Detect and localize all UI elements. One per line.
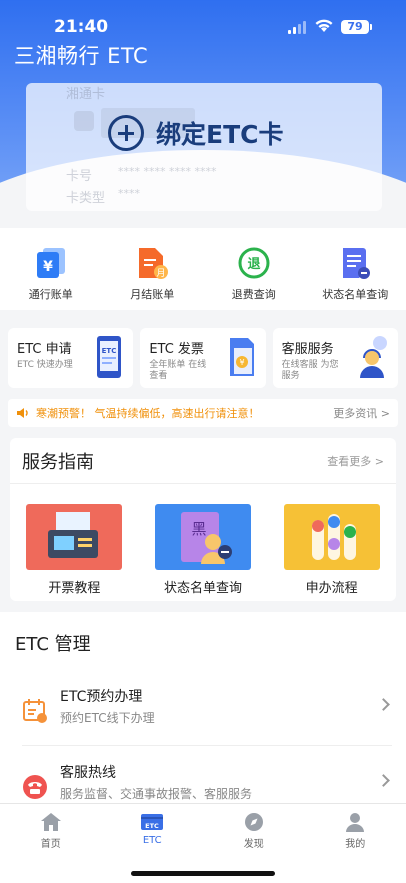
- bind-etc-card-button[interactable]: 绑定ETC卡: [108, 115, 283, 151]
- tab-label: 我的: [345, 839, 366, 850]
- home-indicator: [131, 871, 275, 876]
- phone-etc-icon: ETC: [97, 336, 122, 378]
- blacklist-book-illustration: 黑: [154, 504, 251, 570]
- more-news-link[interactable]: 更多资讯 >: [333, 405, 390, 421]
- row-title: 客服热线: [60, 765, 116, 781]
- status-bar: 21:40 79: [0, 0, 406, 44]
- guide-label: 状态名单查询: [163, 581, 242, 596]
- plus-circle-icon: [108, 115, 144, 151]
- card-faint-no: **** **** **** ****: [118, 165, 217, 178]
- guide-items: 开票教程 黑 状态名单查询 申办流程: [10, 484, 396, 596]
- invoice-printer-illustration: [26, 504, 123, 570]
- etc-management: ETC 管理 ETC预约办理 预约ETC线下办理 客服热线 服务监督、交通事故报…: [0, 612, 406, 810]
- etc-card-icon: ETC: [141, 814, 164, 830]
- etc-invoice-card[interactable]: ETC 发票 全年账单 在线查看 ¥: [140, 328, 266, 388]
- guide-label: 开票教程: [48, 581, 101, 596]
- card-faint-bank: 湘通卡: [66, 87, 106, 102]
- battery-icon: 79: [341, 20, 372, 34]
- card-faint-type: ****: [118, 187, 140, 200]
- tab-home[interactable]: 首页: [0, 804, 102, 852]
- yuan-bill-icon: ¥: [36, 248, 65, 278]
- app-title: 三湘畅行 ETC: [14, 44, 149, 68]
- notice-bar[interactable]: 寒潮预警！ 气温持续偏低，高速出行请注意！ 更多资讯 >: [8, 399, 398, 427]
- tab-discover[interactable]: 发现: [203, 804, 305, 852]
- cellular-signal-icon: [288, 20, 308, 34]
- monthly-bill-icon: 月: [139, 248, 169, 279]
- guide-invoice-tutorial[interactable]: 开票教程: [26, 504, 123, 596]
- chevron-right-icon: [377, 774, 390, 787]
- row-subtitle: 预约ETC线下办理: [60, 711, 155, 725]
- status-time: 21:40: [54, 17, 109, 37]
- divider: [22, 745, 392, 746]
- tab-label: 发现: [243, 839, 264, 850]
- card-faint-no-label: 卡号: [66, 169, 93, 184]
- speaker-icon: [17, 408, 28, 418]
- calendar-icon: [23, 699, 47, 723]
- quick-toll-bill[interactable]: ¥ 通行账单: [0, 228, 102, 310]
- bind-card-panel[interactable]: 湘通卡 卡号 **** **** **** **** 卡类型 **** 绑定ET…: [26, 83, 382, 211]
- quick-status-list[interactable]: 状态名单查询: [305, 228, 406, 310]
- compass-icon: [244, 813, 263, 831]
- guide-status-list-query[interactable]: 黑 状态名单查询: [154, 504, 251, 596]
- bind-etc-card-label: 绑定ETC卡: [156, 120, 284, 149]
- etc-appointment-row[interactable]: ETC预约办理 预约ETC线下办理: [0, 680, 406, 744]
- svg-text:黑: 黑: [191, 520, 206, 538]
- quick-label: 状态名单查询: [322, 288, 389, 301]
- invoice-icon: ¥: [229, 338, 254, 376]
- tab-bar: 首页 ETC ETC 发现 我的: [0, 803, 406, 883]
- quick-label: 退费查询: [231, 288, 276, 301]
- home-icon: [40, 813, 61, 831]
- tab-etc[interactable]: ETC ETC: [102, 804, 204, 852]
- svc-sub: 全年账单 在线查看: [149, 360, 207, 381]
- quick-label: 通行账单: [28, 288, 73, 301]
- tab-mine[interactable]: 我的: [305, 804, 406, 852]
- service-cards: ETC 申请 ETC 快速办理 ETC ETC 发票 全年账单 在线查看 ¥ 客…: [8, 328, 398, 388]
- card-chip: [74, 111, 94, 131]
- tab-label: 首页: [40, 839, 61, 850]
- quick-refund-query[interactable]: 退 退费查询: [203, 228, 305, 310]
- status-list-icon: [343, 248, 371, 279]
- telephone-icon: [23, 775, 47, 799]
- svg-text:ETC: ETC: [102, 347, 117, 355]
- row-subtitle: 服务监督、交通事故报警、客服服务: [60, 787, 253, 801]
- quick-monthly-bill[interactable]: 月 月结账单: [102, 228, 204, 310]
- quick-label: 月结账单: [130, 288, 175, 301]
- management-title: ETC 管理: [15, 634, 91, 655]
- guide-more-link[interactable]: 查看更多 >: [327, 453, 384, 469]
- row-title: ETC预约办理: [60, 689, 143, 705]
- chevron-right-icon: [377, 698, 390, 711]
- svc-sub: 在线客服 为您服务: [281, 360, 339, 381]
- svg-text:¥: ¥: [43, 259, 53, 275]
- header: 21:40 79 三湘畅行 ETC 湘通卡 卡号 **** **** **** …: [0, 0, 406, 215]
- customer-service-agent-icon: [359, 336, 387, 378]
- svg-text:¥: ¥: [239, 358, 244, 367]
- svg-text:退: 退: [247, 257, 260, 272]
- quick-actions: ¥ 通行账单 月 月结账单 退 退费查询 状态名单查询: [0, 228, 406, 310]
- guide-label: 申办流程: [305, 581, 358, 596]
- refund-icon: 退: [238, 247, 270, 279]
- notice-text: 寒潮预警！ 气温持续偏低，高速出行请注意！: [36, 407, 260, 420]
- process-chart-illustration: [283, 504, 380, 570]
- svg-text:月: 月: [157, 268, 166, 279]
- card-faint-type-label: 卡类型: [66, 191, 106, 206]
- wifi-icon: [315, 19, 333, 32]
- guide-title: 服务指南: [22, 451, 94, 473]
- etc-apply-card[interactable]: ETC 申请 ETC 快速办理 ETC: [8, 328, 134, 388]
- svc-sub: ETC 快速办理: [17, 360, 73, 370]
- guide-header: 服务指南 查看更多 >: [10, 438, 396, 484]
- tab-label: ETC: [142, 835, 162, 846]
- user-icon: [346, 813, 365, 832]
- service-guide: 服务指南 查看更多 > 开票教程 黑 状态名单查询 申办流程: [10, 438, 396, 601]
- customer-service-card[interactable]: 客服服务 在线客服 为您服务: [272, 328, 398, 388]
- svg-text:ETC: ETC: [145, 822, 159, 830]
- guide-application-process[interactable]: 申办流程: [283, 504, 380, 596]
